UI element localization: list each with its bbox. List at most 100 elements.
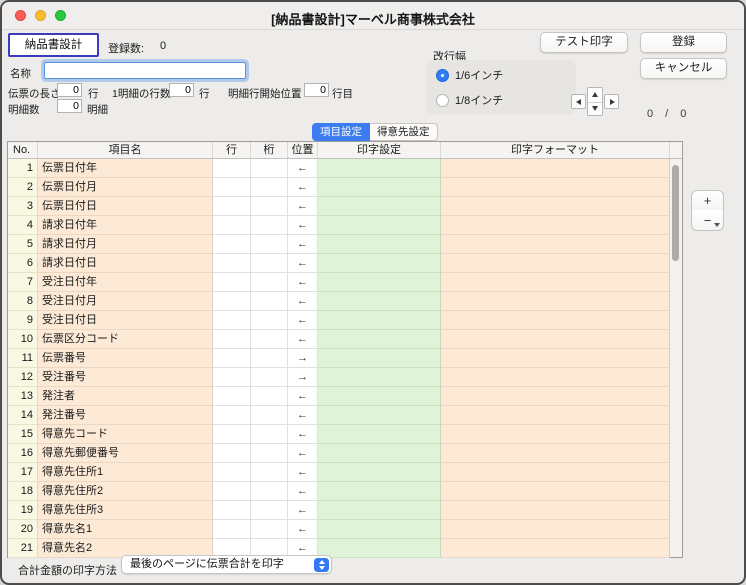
vertical-scrollbar[interactable] bbox=[669, 159, 682, 557]
position-arrow-cell[interactable]: ← bbox=[288, 197, 318, 216]
position-arrow-cell[interactable]: ← bbox=[288, 273, 318, 292]
table-row[interactable]: 10伝票区分コード← bbox=[8, 330, 670, 349]
position-arrow-cell[interactable]: ← bbox=[288, 311, 318, 330]
detail-start-input[interactable] bbox=[304, 83, 329, 97]
radio-option-1-8-inch[interactable]: 1/8インチ bbox=[436, 92, 503, 108]
print-format-cell[interactable] bbox=[441, 406, 670, 425]
radio-unselected-icon[interactable] bbox=[436, 94, 449, 107]
print-setting-cell[interactable] bbox=[318, 387, 441, 406]
row-value-cell[interactable] bbox=[213, 197, 251, 216]
row-value-cell[interactable] bbox=[213, 482, 251, 501]
position-arrow-cell[interactable]: → bbox=[288, 349, 318, 368]
digit-value-cell[interactable] bbox=[251, 178, 288, 197]
print-setting-cell[interactable] bbox=[318, 349, 441, 368]
print-setting-cell[interactable] bbox=[318, 463, 441, 482]
position-arrow-cell[interactable]: ← bbox=[288, 216, 318, 235]
nav-left-button[interactable] bbox=[571, 94, 586, 109]
print-setting-cell[interactable] bbox=[318, 273, 441, 292]
row-value-cell[interactable] bbox=[213, 330, 251, 349]
table-row[interactable]: 6請求日付日← bbox=[8, 254, 670, 273]
nav-right-button[interactable] bbox=[604, 94, 619, 109]
position-arrow-cell[interactable]: ← bbox=[288, 292, 318, 311]
nav-stepper[interactable] bbox=[587, 87, 603, 116]
digit-value-cell[interactable] bbox=[251, 349, 288, 368]
row-value-cell[interactable] bbox=[213, 425, 251, 444]
tab-customer-settings[interactable]: 得意先設定 bbox=[370, 123, 438, 141]
print-format-cell[interactable] bbox=[441, 463, 670, 482]
position-arrow-cell[interactable]: ← bbox=[288, 235, 318, 254]
row-value-cell[interactable] bbox=[213, 235, 251, 254]
digit-value-cell[interactable] bbox=[251, 216, 288, 235]
print-setting-cell[interactable] bbox=[318, 501, 441, 520]
test-print-button[interactable]: テスト印字 bbox=[540, 32, 628, 53]
digit-value-cell[interactable] bbox=[251, 501, 288, 520]
digit-value-cell[interactable] bbox=[251, 368, 288, 387]
position-arrow-cell[interactable]: ← bbox=[288, 159, 318, 178]
table-row[interactable]: 1伝票日付年← bbox=[8, 159, 670, 178]
row-value-cell[interactable] bbox=[213, 159, 251, 178]
print-format-cell[interactable] bbox=[441, 501, 670, 520]
print-setting-cell[interactable] bbox=[318, 197, 441, 216]
radio-selected-icon[interactable] bbox=[436, 69, 449, 82]
print-format-cell[interactable] bbox=[441, 482, 670, 501]
digit-value-cell[interactable] bbox=[251, 311, 288, 330]
print-format-cell[interactable] bbox=[441, 292, 670, 311]
print-format-cell[interactable] bbox=[441, 520, 670, 539]
row-value-cell[interactable] bbox=[213, 463, 251, 482]
table-row[interactable]: 16得意先郵便番号← bbox=[8, 444, 670, 463]
digit-value-cell[interactable] bbox=[251, 254, 288, 273]
table-row[interactable]: 12受注番号→ bbox=[8, 368, 670, 387]
table-row[interactable]: 2伝票日付月← bbox=[8, 178, 670, 197]
print-format-cell[interactable] bbox=[441, 425, 670, 444]
digit-value-cell[interactable] bbox=[251, 159, 288, 178]
print-format-cell[interactable] bbox=[441, 159, 670, 178]
table-row[interactable]: 5請求日付月← bbox=[8, 235, 670, 254]
digit-value-cell[interactable] bbox=[251, 463, 288, 482]
print-setting-cell[interactable] bbox=[318, 311, 441, 330]
digit-value-cell[interactable] bbox=[251, 273, 288, 292]
row-value-cell[interactable] bbox=[213, 254, 251, 273]
table-row[interactable]: 13発注者← bbox=[8, 387, 670, 406]
total-print-method-select[interactable]: 最後のページに伝票合計を印字 bbox=[121, 555, 332, 574]
position-arrow-cell[interactable]: → bbox=[288, 368, 318, 387]
print-format-cell[interactable] bbox=[441, 178, 670, 197]
digit-value-cell[interactable] bbox=[251, 406, 288, 425]
digit-value-cell[interactable] bbox=[251, 330, 288, 349]
row-value-cell[interactable] bbox=[213, 216, 251, 235]
digit-value-cell[interactable] bbox=[251, 197, 288, 216]
print-format-cell[interactable] bbox=[441, 197, 670, 216]
position-arrow-cell[interactable]: ← bbox=[288, 444, 318, 463]
add-row-button[interactable]: + bbox=[691, 190, 724, 211]
detail-count-input[interactable] bbox=[57, 99, 82, 113]
table-row[interactable]: 4請求日付年← bbox=[8, 216, 670, 235]
position-arrow-cell[interactable]: ← bbox=[288, 330, 318, 349]
position-arrow-cell[interactable]: ← bbox=[288, 501, 318, 520]
print-setting-cell[interactable] bbox=[318, 330, 441, 349]
table-row[interactable]: 20得意先名1← bbox=[8, 520, 670, 539]
print-format-cell[interactable] bbox=[441, 254, 670, 273]
row-value-cell[interactable] bbox=[213, 292, 251, 311]
print-setting-cell[interactable] bbox=[318, 444, 441, 463]
table-row[interactable]: 21得意先名2← bbox=[8, 539, 670, 558]
table-row[interactable]: 7受注日付年← bbox=[8, 273, 670, 292]
print-format-cell[interactable] bbox=[441, 235, 670, 254]
print-format-cell[interactable] bbox=[441, 387, 670, 406]
row-value-cell[interactable] bbox=[213, 311, 251, 330]
print-setting-cell[interactable] bbox=[318, 254, 441, 273]
table-row[interactable]: 18得意先住所2← bbox=[8, 482, 670, 501]
print-setting-cell[interactable] bbox=[318, 368, 441, 387]
position-arrow-cell[interactable]: ← bbox=[288, 406, 318, 425]
print-format-cell[interactable] bbox=[441, 311, 670, 330]
digit-value-cell[interactable] bbox=[251, 425, 288, 444]
print-setting-cell[interactable] bbox=[318, 539, 441, 558]
print-format-cell[interactable] bbox=[441, 216, 670, 235]
digit-value-cell[interactable] bbox=[251, 520, 288, 539]
position-arrow-cell[interactable]: ← bbox=[288, 520, 318, 539]
digit-value-cell[interactable] bbox=[251, 235, 288, 254]
print-setting-cell[interactable] bbox=[318, 178, 441, 197]
position-arrow-cell[interactable]: ← bbox=[288, 463, 318, 482]
row-value-cell[interactable] bbox=[213, 368, 251, 387]
digit-value-cell[interactable] bbox=[251, 292, 288, 311]
table-row[interactable]: 17得意先住所1← bbox=[8, 463, 670, 482]
digit-value-cell[interactable] bbox=[251, 444, 288, 463]
